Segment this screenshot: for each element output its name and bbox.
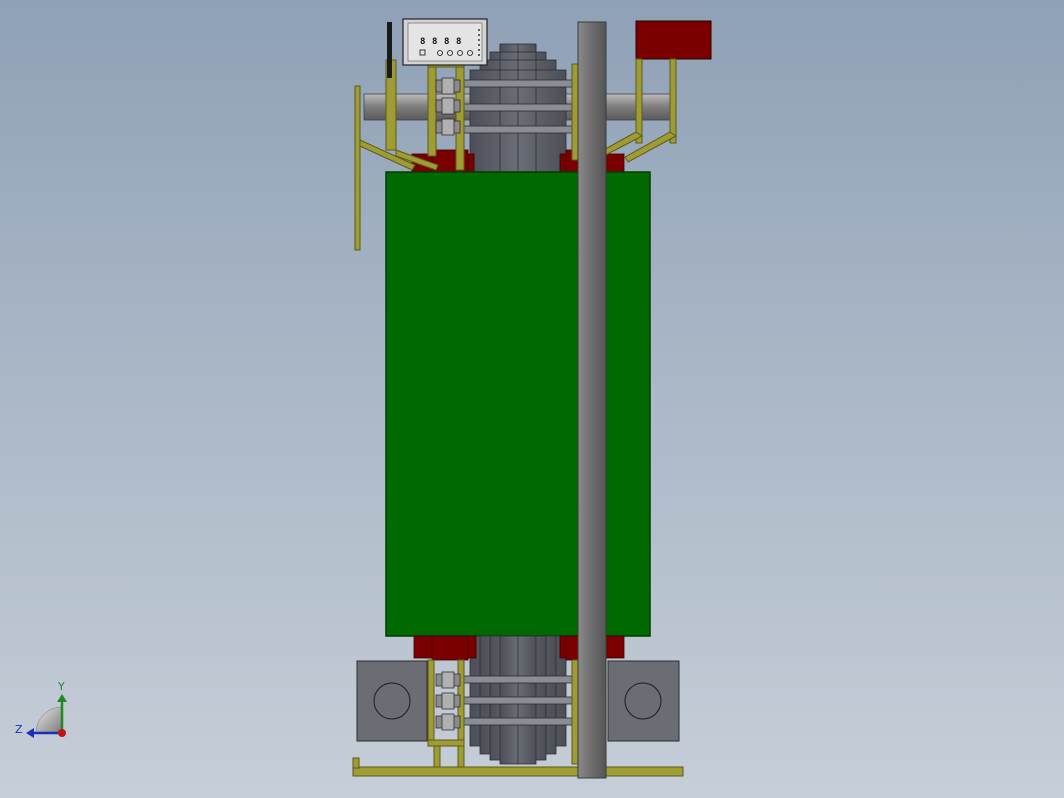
vertical-rod xyxy=(577,21,607,779)
left-wheel-icon xyxy=(373,682,411,720)
z-axis-label: Z xyxy=(15,723,23,736)
orientation-triad[interactable]: Y Z xyxy=(15,680,67,738)
main-coil xyxy=(385,171,651,637)
top-terminal-bolts xyxy=(435,77,461,136)
cable-left xyxy=(387,22,392,78)
bottom-clamp-straps xyxy=(461,675,573,726)
y-axis-label: Y xyxy=(57,680,65,693)
right-wheel-icon xyxy=(624,682,662,720)
display-digit-4: 8 xyxy=(456,37,461,47)
bottom-right-support-block xyxy=(607,660,680,742)
bottom-terminal-bolts xyxy=(435,671,461,731)
bottom-left-support-block xyxy=(356,660,428,742)
top-right-red-box xyxy=(635,20,712,60)
display-digit-2: 8 xyxy=(432,37,437,47)
x-axis-dot xyxy=(58,729,66,737)
display-digit-1: 8 xyxy=(420,37,425,47)
display-digit-3: 8 xyxy=(444,37,449,47)
display-panel[interactable]: 8 8 8 8 xyxy=(402,18,488,66)
cad-viewport[interactable]: 8 8 8 8 Y Z xyxy=(0,0,1064,798)
